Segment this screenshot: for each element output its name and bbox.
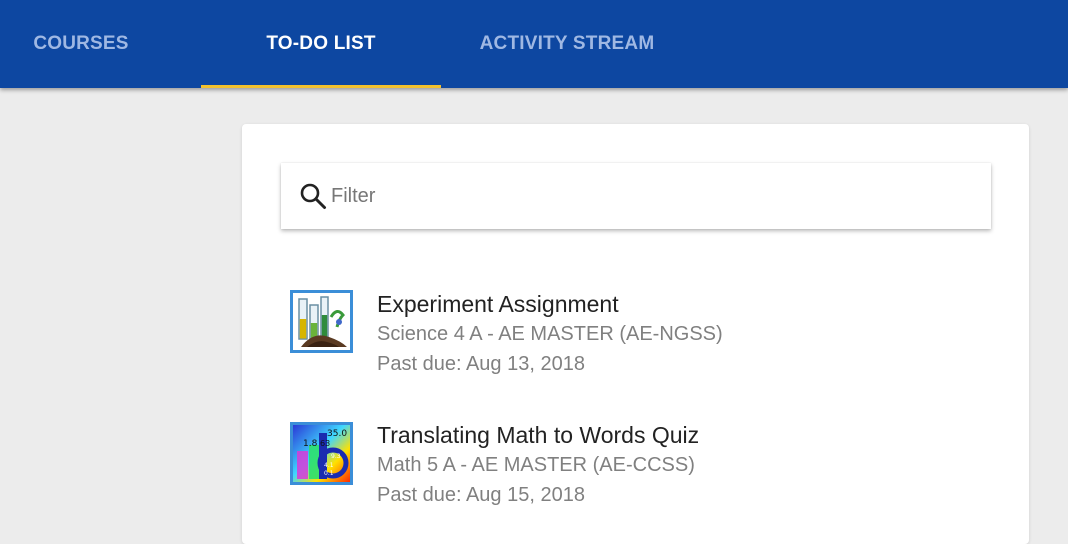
science-lab-icon (290, 290, 353, 353)
math-icon-label: 4.1 (324, 462, 334, 469)
todo-item-text: Experiment Assignment Science 4 A - AE M… (377, 290, 723, 378)
search-icon (300, 183, 326, 209)
tab-to-do-list[interactable]: TO-DO LIST (201, 0, 441, 88)
todo-item-translating-math-quiz[interactable]: 35.0 1.8 63 9.3 4.1 0.1 Translating Math… (242, 407, 1029, 517)
todo-list-card: Experiment Assignment Science 4 A - AE M… (242, 124, 1029, 544)
math-icon-label: 0.1 (324, 470, 334, 477)
tab-activity-stream-label: ACTIVITY STREAM (479, 33, 655, 54)
filter-box (281, 163, 991, 229)
todo-item-due-date: Past due: Aug 13, 2018 (377, 353, 585, 375)
math-icon-label: 9.3 (331, 453, 341, 460)
math-chart-icon: 35.0 1.8 63 9.3 4.1 0.1 (290, 422, 353, 485)
todo-item-course: Science 4 A - AE MASTER (AE-NGSS) (377, 323, 723, 345)
todo-item-text: Translating Math to Words Quiz Math 5 A … (377, 421, 699, 509)
math-icon-label: 35.0 (327, 429, 347, 439)
tab-courses-label: COURSES (33, 33, 129, 54)
todo-item-title: Translating Math to Words Quiz (377, 422, 700, 448)
math-icon-label: 63 (320, 439, 330, 448)
todo-item-title: Experiment Assignment (377, 291, 619, 317)
tab-to-do-list-label: TO-DO LIST (266, 33, 376, 54)
filter-input[interactable] (331, 177, 971, 215)
todo-item-experiment-assignment[interactable]: Experiment Assignment Science 4 A - AE M… (242, 276, 1029, 386)
todo-item-due-date: Past due: Aug 15, 2018 (377, 484, 585, 506)
top-navigation-bar: COURSES TO-DO LIST ACTIVITY STREAM (0, 0, 1068, 88)
tab-courses[interactable]: COURSES (0, 0, 162, 88)
todo-item-course: Math 5 A - AE MASTER (AE-CCSS) (377, 454, 695, 476)
math-icon-label: 1.8 (303, 439, 318, 449)
active-tab-indicator (201, 85, 441, 88)
tab-activity-stream[interactable]: ACTIVITY STREAM (462, 0, 672, 88)
